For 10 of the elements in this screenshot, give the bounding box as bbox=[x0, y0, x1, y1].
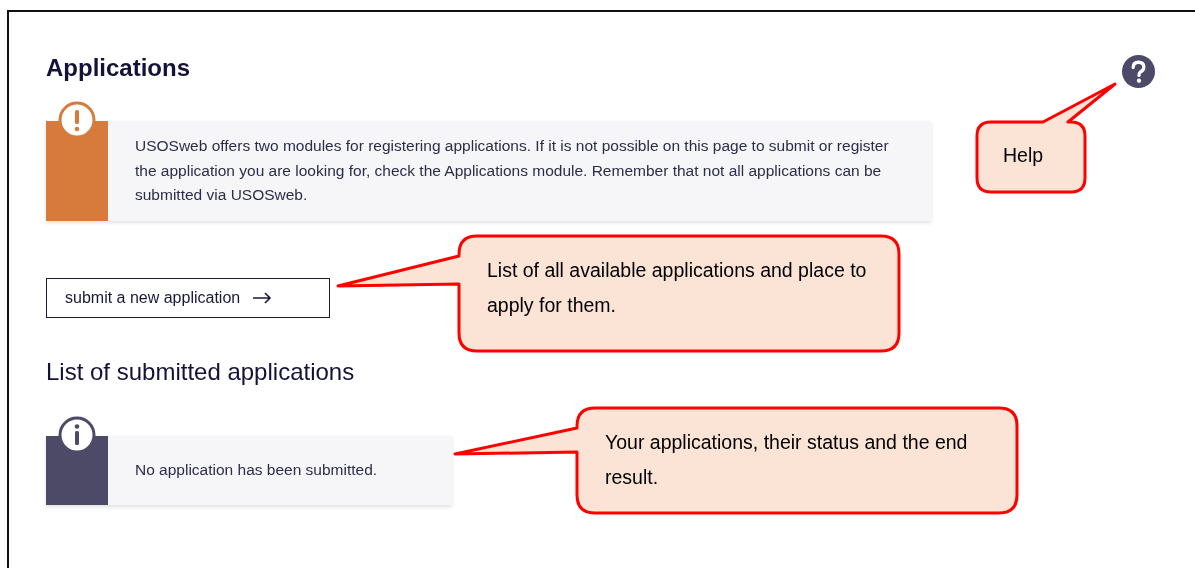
callout-text: Help bbox=[1003, 143, 1044, 168]
help-icon[interactable] bbox=[1121, 54, 1156, 89]
arrow-icon bbox=[252, 292, 273, 304]
page-title: Applications bbox=[46, 52, 190, 83]
callout-text: Your applications, their status and the end result. bbox=[605, 430, 969, 490]
submit-application-button[interactable]: submit a new application bbox=[46, 278, 330, 318]
callout-text: List of all available applications and place to apply for them. bbox=[487, 258, 868, 318]
notice-text: No application has been submitted. bbox=[134, 460, 379, 481]
section-title: List of submitted applications bbox=[46, 357, 356, 387]
notice-text: USOSweb offers two modules for registering applications. If it is not possible on this page to submit or register the application you are looking for, check the Applications module. Remember that not all applications can be submitted via USOSweb. bbox=[134, 136, 890, 206]
